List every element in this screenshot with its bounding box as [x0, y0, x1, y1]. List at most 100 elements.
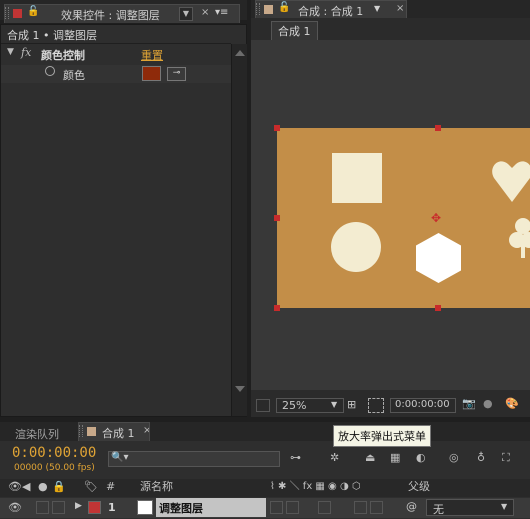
person-icon[interactable]: ●	[483, 397, 493, 410]
lock-column-icon[interactable]: 🔒	[52, 479, 66, 495]
breadcrumb: 合成 1 • 调整图层	[7, 29, 97, 42]
comp-mini-flowchart-icon[interactable]: ⊶	[290, 451, 301, 464]
layer-name[interactable]: 调整图层	[156, 498, 266, 517]
panel-dropdown-icon[interactable]: ▼	[179, 7, 193, 21]
shy-layers-icon[interactable]: ⏏	[365, 451, 375, 464]
layer-visibility-icon[interactable]: 👁	[8, 500, 22, 516]
layer-switch-adjust[interactable]	[354, 501, 367, 514]
region-of-interest-icon[interactable]	[368, 398, 384, 413]
motion-blur-icon[interactable]: ◐	[416, 451, 426, 464]
comp-dropdown-icon[interactable]: ▼	[374, 4, 380, 13]
scroll-up-icon[interactable]	[235, 50, 245, 56]
close-icon[interactable]: ×	[201, 7, 209, 18]
panel-grip-icon[interactable]	[5, 7, 9, 19]
circle-shape	[331, 222, 381, 272]
effect-name: 颜色控制	[41, 49, 85, 62]
parent-dropdown[interactable]: 无 ▼	[426, 499, 514, 516]
layer-switch-3d[interactable]	[370, 501, 383, 514]
transform-handle-bc[interactable]	[435, 305, 441, 311]
table-row[interactable]: 👁 ▶ 1 调整图层 @ 无 ▼	[0, 498, 530, 518]
source-name-column[interactable]: 源名称	[140, 479, 173, 495]
tab-render-queue[interactable]: 渲染队列	[4, 423, 74, 442]
layer-label-color[interactable]	[88, 501, 101, 514]
lock-icon[interactable]: 🔓	[27, 6, 39, 17]
layer-switch-2[interactable]	[286, 501, 299, 514]
timeline-panel: 0:00:00:00 00000 (50.00 fps) 🔍▾ ⊶ ✲ ⏏ ▦ …	[0, 425, 530, 519]
effect-row[interactable]: ▼ fx 颜色控制 重置	[1, 45, 231, 63]
graph-editor-icon[interactable]: ◎	[449, 451, 459, 464]
frame-blending-icon[interactable]: ▦	[390, 451, 400, 464]
anchor-point-icon[interactable]: ✥	[431, 212, 441, 224]
layer-thumbnail	[137, 500, 153, 515]
comp-color-swatch	[264, 5, 273, 14]
transform-handle-ml[interactable]	[274, 215, 280, 221]
layer-switch-1[interactable]	[270, 501, 283, 514]
auto-keyframe-icon[interactable]: ⛶	[502, 451, 510, 465]
color-swatch[interactable]	[142, 66, 161, 81]
parent-column[interactable]: 父级	[408, 479, 430, 495]
timecode-display[interactable]: 0:00:00:00	[390, 398, 456, 413]
timeline-column-header: 👁 ◀ ● 🔒 🏷 # 源名称 ⌇ ✱ ＼ fx ▦ ◉ ◑ ⬡ 父级	[0, 479, 530, 497]
camera-icon[interactable]: 📷	[462, 397, 476, 410]
fx-toggle-icon[interactable]: fx	[21, 46, 31, 59]
panel-color-swatch	[13, 9, 22, 18]
property-label: 颜色	[63, 69, 85, 82]
label-icon[interactable]: 🏷	[84, 479, 98, 495]
transform-handle-bl[interactable]	[274, 305, 280, 311]
pickwhip-icon[interactable]: @	[406, 500, 417, 513]
hash-column: #	[106, 480, 116, 493]
panel-menu-icon[interactable]: ▾≡	[215, 7, 228, 18]
effect-controls-tab-title: 效果控件 : 调整图层	[61, 9, 160, 22]
comp-color-swatch	[87, 427, 96, 436]
comp-viewer[interactable]: ✥	[251, 40, 530, 390]
effect-controls-tab[interactable]: 🔓 效果控件 : 调整图层 ▼ × ▾≡	[4, 4, 240, 23]
layer-lock-box[interactable]	[52, 501, 65, 514]
tab-render-queue-label: 渲染队列	[15, 428, 59, 441]
current-time-display[interactable]: 0:00:00:00	[12, 445, 96, 461]
composition-tab-title: 合成 : 合成 1	[298, 5, 364, 18]
draft-3d-icon[interactable]: ✲	[330, 451, 339, 464]
lock-icon[interactable]: 🔓	[278, 2, 290, 13]
comp-frame	[277, 128, 530, 308]
expand-triangle-icon[interactable]: ▼	[7, 47, 14, 57]
layer-switch-fx[interactable]	[318, 501, 331, 514]
layer-expand-icon[interactable]: ▶	[75, 501, 82, 511]
tab-timeline-label: 合成 1	[102, 427, 135, 440]
composition-tab[interactable]: 🔓 合成 : 合成 1 ▼ ×	[255, 0, 407, 19]
visibility-icon[interactable]: 👁	[8, 479, 22, 495]
layer-number: 1	[108, 501, 116, 514]
effect-panel-scrollbar[interactable]	[231, 44, 247, 416]
square-shape	[332, 153, 382, 203]
chevron-down-icon: ▼	[501, 502, 508, 511]
scroll-down-icon[interactable]	[235, 386, 245, 392]
transform-handle-tl[interactable]	[274, 125, 280, 131]
layer-audio-box[interactable]	[36, 501, 49, 514]
audio-icon[interactable]: ◀	[22, 479, 30, 495]
panel-grip-icon[interactable]	[79, 425, 83, 437]
close-icon[interactable]: ×	[396, 3, 404, 14]
property-row: 颜色 ⊸	[1, 65, 231, 83]
zoom-dropdown[interactable]: 25% ▼	[276, 398, 344, 413]
transform-handle-tc[interactable]	[435, 125, 441, 131]
reset-link[interactable]: 重置	[141, 47, 163, 63]
solo-icon[interactable]: ●	[38, 479, 48, 495]
eyedropper-icon[interactable]: ⊸	[167, 67, 186, 81]
chevron-down-icon: ▼	[331, 400, 338, 409]
brainstorm-icon[interactable]: ♁	[477, 451, 485, 464]
color-channels-icon[interactable]: 🎨	[505, 397, 519, 410]
tab-timeline-comp[interactable]: 合成 1 ×	[78, 422, 150, 441]
heart-shape	[492, 158, 530, 204]
breadcrumb-divider	[1, 43, 231, 44]
search-input[interactable]: 🔍▾	[108, 451, 280, 467]
always-preview-icon[interactable]	[256, 399, 270, 412]
parent-value: 无	[433, 503, 444, 516]
close-icon[interactable]: ×	[143, 425, 149, 436]
switches-column-icons[interactable]: ⌇ ✱ ＼ fx ▦ ◉ ◑ ⬡	[270, 479, 361, 495]
panel-grip-icon[interactable]	[256, 3, 260, 15]
clover-shape	[509, 216, 530, 262]
stopwatch-icon[interactable]	[45, 66, 55, 76]
zoom-tooltip: 放大率弹出式菜单	[333, 425, 431, 447]
resolution-icon[interactable]: ⊞	[347, 398, 356, 411]
comp-subtab[interactable]: 合成 1	[271, 21, 318, 41]
frame-info: 00000 (50.00 fps)	[14, 463, 95, 473]
